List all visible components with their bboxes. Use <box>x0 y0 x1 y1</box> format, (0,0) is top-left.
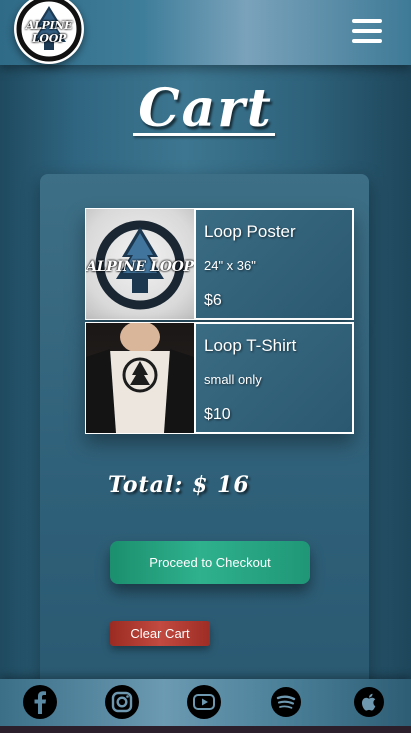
footer-social-bar <box>0 679 411 733</box>
poster-text: ALPINE LOOP <box>86 259 194 275</box>
proceed-to-checkout-button[interactable]: Proceed to Checkout <box>110 541 310 584</box>
hamburger-menu-icon[interactable] <box>350 17 384 47</box>
item-detail: 24" x 36" <box>204 258 256 273</box>
item-price: $6 <box>204 292 222 309</box>
item-detail: small only <box>204 372 262 387</box>
instagram-icon[interactable] <box>104 684 140 720</box>
page-title: Cart <box>138 78 273 139</box>
logo-text: ALPINE LOOP <box>25 19 73 45</box>
youtube-icon[interactable] <box>186 684 222 720</box>
title-underline <box>133 133 275 136</box>
item-info: Loop T-Shirt small only $10 <box>194 322 354 434</box>
header-bar: ALPINE LOOP <box>0 0 411 65</box>
tshirt-photo-icon <box>86 323 194 433</box>
tshirt-image <box>85 322 195 434</box>
bottom-edge <box>0 726 411 733</box>
poster-image: ALPINE LOOP <box>85 208 195 320</box>
spotify-icon[interactable] <box>268 684 304 720</box>
apple-music-icon[interactable] <box>351 684 387 720</box>
item-name: Loop T-Shirt <box>204 336 297 355</box>
item-price: $10 <box>204 406 231 423</box>
item-name: Loop Poster <box>204 222 296 241</box>
facebook-icon[interactable] <box>22 684 58 720</box>
cart-item: ALPINE LOOP Loop Poster 24" x 36" $6 <box>85 208 354 320</box>
alpine-loop-logo[interactable]: ALPINE LOOP <box>14 0 84 64</box>
cart-item: Loop T-Shirt small only $10 <box>85 322 354 434</box>
clear-cart-button[interactable]: Clear Cart <box>110 621 210 646</box>
item-info: Loop Poster 24" x 36" $6 <box>194 208 354 320</box>
cart-total: Total: $ 16 <box>108 472 250 498</box>
